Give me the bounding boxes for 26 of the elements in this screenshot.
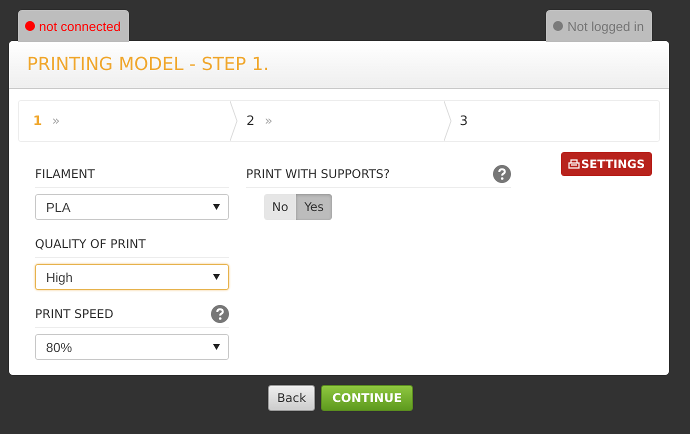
dropdown-caret-icon xyxy=(213,204,220,210)
help-icon[interactable] xyxy=(493,164,511,182)
status-label: not connected xyxy=(39,18,121,34)
dropdown-caret-icon xyxy=(213,344,220,350)
step-separator xyxy=(230,101,238,141)
back-button[interactable]: Back xyxy=(268,385,316,411)
field-label: PRINT WITH SUPPORTS? xyxy=(246,166,390,180)
toggle-option[interactable]: Yes xyxy=(296,194,332,220)
step-separator xyxy=(444,101,452,141)
field-label: FILAMENT xyxy=(35,166,95,180)
help-icon[interactable] xyxy=(211,304,229,322)
step-arrow: » xyxy=(264,114,273,128)
step-tab[interactable]: 2 xyxy=(246,114,255,128)
dropdown-caret-icon xyxy=(213,274,220,280)
dialog-title: PRINTING MODEL - STEP 1. xyxy=(27,54,270,75)
field-label: QUALITY OF PRINT xyxy=(35,236,146,250)
select-field[interactable]: 80% xyxy=(35,334,229,360)
settings-button[interactable]: SETTINGS xyxy=(561,152,652,176)
status-label: Not logged in xyxy=(567,18,644,34)
select-field[interactable]: High xyxy=(35,264,229,290)
select-field[interactable]: PLA xyxy=(35,194,229,220)
field-label: PRINT SPEED xyxy=(35,306,114,320)
step-arrow: » xyxy=(52,114,60,128)
toggle-option[interactable]: No xyxy=(264,194,296,220)
step-tab[interactable]: 3 xyxy=(460,114,468,128)
printer-icon xyxy=(568,159,580,169)
